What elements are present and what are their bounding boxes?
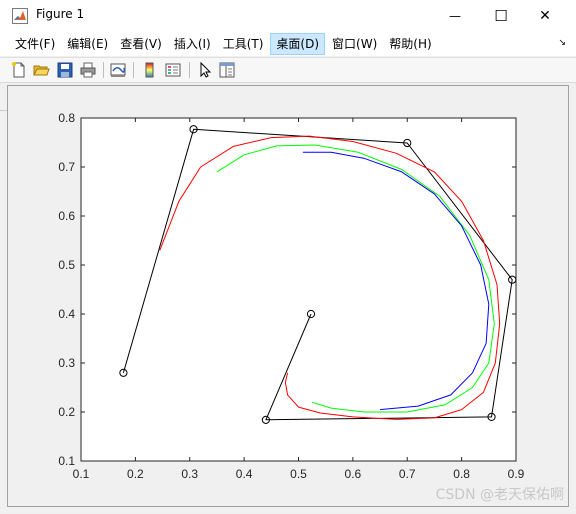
link-plot-icon[interactable] (109, 61, 127, 79)
toolbar (0, 57, 576, 83)
colorbar-icon[interactable] (141, 61, 159, 79)
x-tick-label: 0.7 (399, 467, 416, 481)
menu-edit[interactable]: 编辑(E) (62, 33, 113, 55)
property-editor-icon[interactable] (218, 61, 236, 79)
toolbar-separator (133, 62, 134, 78)
menu-overflow-icon[interactable]: ↘ (558, 38, 566, 48)
maximize-button[interactable]: ☐ (478, 0, 524, 32)
minimize-button[interactable]: — (432, 0, 478, 32)
y-tick-label: 0.5 (58, 258, 75, 272)
new-figure-icon[interactable] (10, 61, 28, 79)
matlab-logo-icon (12, 8, 28, 24)
y-tick-label: 0.3 (58, 356, 75, 370)
save-icon[interactable] (56, 61, 74, 79)
menu-view[interactable]: 查看(V) (115, 33, 167, 55)
x-tick-label: 0.5 (290, 467, 307, 481)
y-tick-label: 0.6 (58, 209, 75, 223)
x-tick-label: 0.1 (73, 467, 90, 481)
x-tick-label: 0.8 (453, 467, 470, 481)
menu-help[interactable]: 帮助(H) (384, 33, 436, 55)
y-tick-label: 0.1 (58, 454, 75, 468)
toolbar-separator (103, 62, 104, 78)
menu-insert[interactable]: 插入(I) (169, 33, 216, 55)
close-button[interactable]: ✕ (522, 0, 568, 32)
maximize-icon: ☐ (494, 7, 508, 25)
x-tick-label: 0.2 (127, 467, 144, 481)
x-tick-label: 0.9 (508, 467, 525, 481)
toolbar-separator (189, 62, 190, 78)
y-tick-label: 0.4 (58, 307, 75, 321)
figure-canvas: 0.1 0.2 0.3 0.4 0.5 0.6 0.7 0.8 0.9 0.1 0.2 0.3 0.4 0… (7, 85, 569, 507)
menu-desktop[interactable]: 桌面(D) (270, 33, 326, 55)
open-file-icon[interactable] (32, 61, 50, 79)
x-tick-label: 0.4 (236, 467, 253, 481)
axes-background (81, 118, 516, 461)
legend-icon[interactable] (164, 61, 182, 79)
x-tick-label: 0.6 (345, 467, 362, 481)
pointer-icon[interactable] (196, 61, 214, 79)
close-icon: ✕ (539, 8, 551, 24)
figure-window: Figure 1 — ☐ ✕ 文件(F) 编辑(E) 查看(V) 插入(I) 工… (0, 0, 576, 514)
title-bar: Figure 1 — ☐ ✕ (0, 0, 576, 32)
menu-file[interactable]: 文件(F) (10, 33, 60, 55)
menu-tools[interactable]: 工具(T) (218, 33, 269, 55)
plot-svg[interactable]: 0.1 0.2 0.3 0.4 0.5 0.6 0.7 0.8 0.9 0.1 0.2 0.3 0.4 0… (8, 86, 568, 506)
menu-window[interactable]: 窗口(W) (327, 33, 382, 55)
window-edge (0, 110, 7, 111)
y-tick-label: 0.8 (58, 111, 75, 125)
watermark-text: CSDN @老天保佑啊 (435, 487, 564, 503)
minimize-icon: — (449, 9, 461, 23)
y-tick-label: 0.2 (58, 405, 75, 419)
window-title: Figure 1 (36, 7, 85, 21)
y-tick-label: 0.7 (58, 160, 75, 174)
menu-bar: 文件(F) 编辑(E) 查看(V) 插入(I) 工具(T) 桌面(D) 窗口(W… (0, 32, 576, 56)
x-tick-label: 0.3 (181, 467, 198, 481)
print-icon[interactable] (79, 61, 97, 79)
